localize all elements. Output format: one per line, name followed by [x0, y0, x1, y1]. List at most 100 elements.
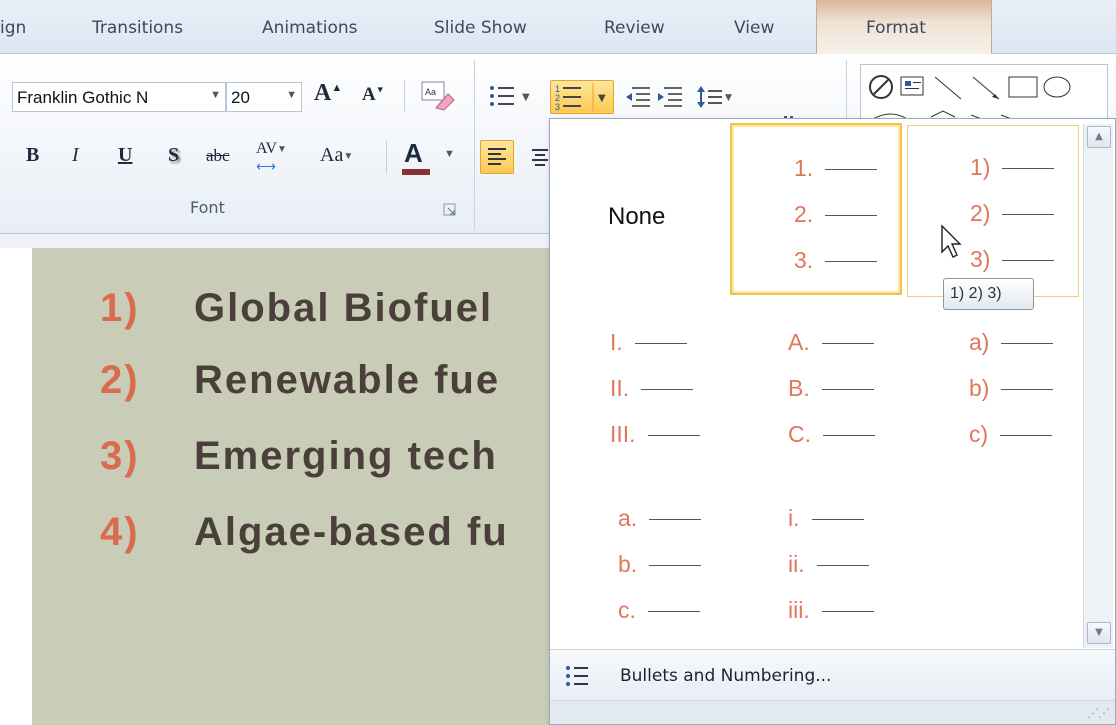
grow-font-icon: A [314, 80, 332, 106]
numbering-option-numeric-period[interactable]: 1. 2. 3. [730, 123, 902, 295]
font-color-swatch [402, 169, 430, 175]
chevron-up-icon: ▲ [1095, 131, 1103, 142]
strikethrough-button[interactable]: abc [206, 146, 230, 166]
bullets-and-numbering-menu-item[interactable]: Bullets and Numbering... [550, 650, 1115, 700]
numbering-preview-line: a) [969, 329, 1054, 356]
slide-list-number: 3) [100, 434, 140, 478]
font-group-label: Font [190, 198, 225, 217]
scroll-down-button[interactable]: ▼ [1087, 622, 1111, 644]
shadow-button[interactable]: S [168, 144, 179, 167]
tab-review[interactable]: Review [604, 18, 665, 38]
shrink-font-button[interactable]: A▼ [362, 84, 385, 106]
numbering-preview-line: c. [618, 597, 700, 624]
numbering-preview-line: 1) [970, 154, 1055, 181]
slide-list-item[interactable]: 4) Algae-based fu [100, 510, 509, 555]
numbering-preview-line: iii. [788, 597, 874, 624]
align-center-icon[interactable] [530, 146, 550, 168]
numbering-option-none[interactable]: None [556, 125, 728, 297]
numbering-preview-line: b) [969, 375, 1054, 402]
numbering-preview-line: 2) [970, 200, 1055, 227]
numbering-preview-line: 2. [794, 201, 878, 228]
numbering-preview-line: a. [618, 505, 702, 532]
chevron-down-icon: ▼ [1095, 627, 1103, 638]
numbering-preview-line: A. [788, 329, 874, 356]
tab-slide-show[interactable]: Slide Show [434, 18, 527, 38]
chevron-down-icon: ▼ [210, 89, 221, 101]
chevron-down-icon: ▼ [343, 150, 354, 162]
numbering-gallery-dropdown: None 1. 2. 3. 1) 2) 3) I. II. III. A. B.… [549, 118, 1116, 725]
font-color-icon: A [404, 138, 423, 168]
tab-transitions[interactable]: Transitions [92, 18, 183, 38]
tab-design[interactable]: ign [0, 18, 26, 38]
numbering-option-numeric-paren[interactable]: 1) 2) 3) [907, 125, 1079, 297]
bold-button[interactable]: B [26, 144, 39, 167]
slide-list-item[interactable]: 2) Renewable fue [100, 358, 500, 403]
numbering-option-alpha-upper[interactable]: A. B. C. [730, 305, 902, 477]
numbering-option-roman-lower[interactable]: i. ii. iii. [730, 481, 902, 653]
underline-button[interactable]: U [118, 144, 132, 167]
arrows-horizontal-icon: ⟷ [256, 160, 277, 175]
numbering-button[interactable]: 1 2 3 ▼ [550, 80, 614, 114]
svg-text:▼: ▼ [725, 93, 732, 103]
dropdown-resize-bar[interactable]: ⋰⋰ [550, 700, 1115, 724]
chevron-down-icon: ▼ [286, 89, 297, 101]
chevron-down-icon[interactable]: ▼ [444, 148, 455, 160]
mouse-cursor-icon [941, 224, 962, 258]
align-left-button[interactable] [480, 140, 514, 174]
numbering-preview-line: ii. [788, 551, 869, 578]
numbering-icon: 1 2 3 ▼ [555, 83, 606, 112]
font-color-button[interactable]: A [404, 138, 423, 169]
tab-format[interactable]: Format [866, 18, 926, 38]
numbering-tooltip: 1) 2) 3) [943, 278, 1034, 310]
ribbon-tab-bar: ign Transitions Animations Slide Show Re… [0, 0, 1116, 54]
numbering-option-alpha-lower-period[interactable]: a. b. c. [556, 481, 728, 653]
scroll-up-button[interactable]: ▲ [1087, 126, 1111, 148]
numbering-preview-line: i. [788, 505, 864, 532]
numbered-list-icon [566, 666, 588, 686]
slide-list-text: Emerging tech [194, 434, 498, 478]
numbering-preview-line: b. [618, 551, 702, 578]
character-spacing-button[interactable]: AV▼ ⟷ [256, 140, 287, 176]
font-size-combo[interactable]: 20 ▼ [226, 82, 302, 112]
gallery-scrollbar[interactable]: ▲ ▼ [1083, 124, 1113, 648]
italic-button[interactable]: I [72, 144, 79, 167]
slide-list-number: 2) [100, 358, 140, 402]
tab-view[interactable]: View [734, 18, 774, 38]
slide-canvas[interactable]: 1) Global Biofuel 2) Renewable fue 3) Emerg… [0, 248, 556, 725]
line-spacing-icon[interactable]: ▼ [696, 84, 736, 110]
bullets-button[interactable]: ▼ [486, 82, 532, 112]
dialog-launcher-icon[interactable] [443, 203, 457, 217]
slide-list-text: Renewable fue [194, 358, 501, 402]
ribbon-separator [386, 140, 387, 174]
slide-list-number: 1) [100, 286, 140, 330]
shapes-gallery[interactable] [860, 64, 1108, 126]
shapes-gallery-icons [869, 75, 1071, 122]
font-name-combo[interactable]: Franklin Gothic N ▼ [12, 82, 226, 112]
change-case-button[interactable]: Aa▼ [320, 144, 353, 167]
numbering-none-label: None [608, 203, 666, 230]
decrease-indent-icon[interactable] [624, 84, 654, 110]
numbering-preview-line: C. [788, 421, 875, 448]
slide-list-text: Global Biofuel [194, 286, 494, 330]
resize-grip-icon[interactable]: ⋰⋰ [1087, 706, 1110, 720]
numbering-preview-line: II. [610, 375, 694, 402]
shrink-font-icon: A [362, 84, 376, 105]
slide-list-item[interactable]: 1) Global Biofuel [100, 286, 493, 331]
character-spacing-label: AV [256, 140, 278, 157]
bullets-and-numbering-label: Bullets and Numbering... [620, 666, 832, 686]
svg-text:Aa: Aa [425, 87, 436, 97]
grow-font-button[interactable]: A▲ [314, 80, 342, 107]
numbering-preview-line: 3) [970, 246, 1055, 273]
numbering-option-roman-upper[interactable]: I. II. III. [556, 305, 728, 477]
numbering-preview-line: III. [610, 421, 700, 448]
change-case-label: Aa [320, 144, 344, 166]
svg-text:▼: ▼ [598, 93, 606, 104]
svg-text:▼: ▼ [522, 92, 530, 103]
slide-list-item[interactable]: 3) Emerging tech [100, 434, 498, 479]
chevron-down-icon: ▼ [277, 143, 287, 155]
numbering-option-alpha-lower-paren[interactable]: a) b) c) [907, 305, 1079, 477]
ribbon-group-separator [474, 60, 475, 230]
increase-indent-icon[interactable] [656, 84, 686, 110]
tab-animations[interactable]: Animations [262, 18, 358, 38]
clear-formatting-icon[interactable]: Aa [418, 78, 458, 114]
